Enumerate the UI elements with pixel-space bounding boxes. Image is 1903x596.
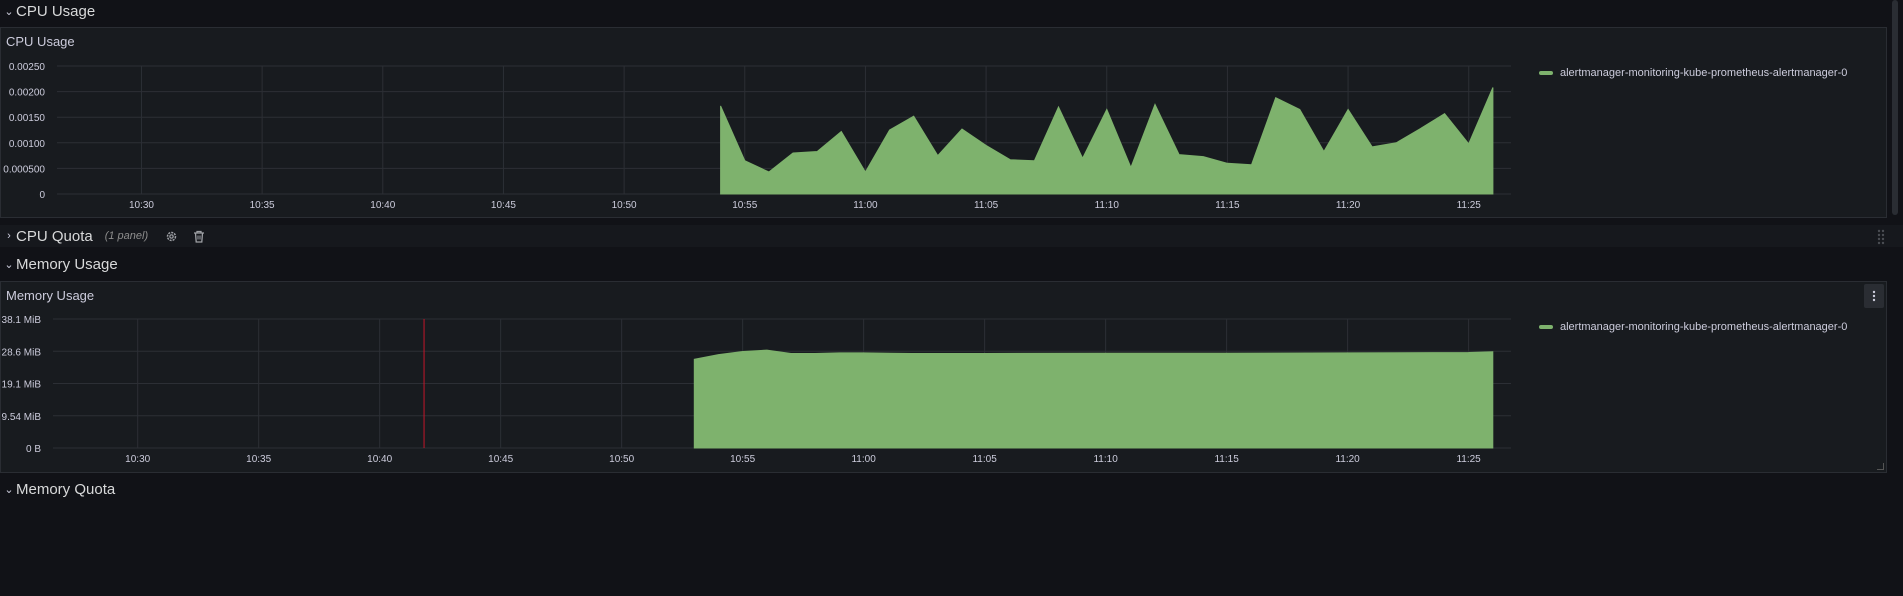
x-tick-label: 10:30: [129, 200, 154, 211]
x-tick-label: 10:45: [488, 454, 513, 465]
x-tick-label: 10:50: [609, 454, 634, 465]
trash-icon[interactable]: [190, 227, 208, 245]
y-tick-label: 0.00200: [9, 88, 46, 99]
x-tick-label: 10:35: [250, 200, 275, 211]
x-tick-label: 11:10: [1095, 200, 1120, 211]
x-tick-label: 11:20: [1335, 454, 1360, 465]
row-title[interactable]: Memory Usage: [16, 256, 118, 273]
row-title[interactable]: CPU Usage: [16, 3, 95, 20]
row-title[interactable]: CPU Quota: [16, 228, 93, 245]
row-cpu-quota[interactable]: › CPU Quota (1 panel): [0, 223, 208, 249]
y-tick-label: 19.1 MiB: [2, 380, 42, 391]
drag-handle-icon[interactable]: [1877, 229, 1885, 250]
gear-icon[interactable]: [162, 227, 180, 245]
x-tick-label: 11:00: [853, 200, 878, 211]
x-tick-label: 11:05: [972, 454, 997, 465]
legend-swatch: [1539, 325, 1553, 329]
panel-cpu-usage: CPU Usage 0 0.000500 0.00100 0.00150 0.00200…: [0, 27, 1887, 218]
x-tick-label: 11:15: [1214, 454, 1239, 465]
y-tick-label: 0.00250: [9, 62, 46, 73]
x-tick-label: 11:20: [1336, 200, 1361, 211]
y-tick-label: 0.000500: [3, 164, 45, 175]
row-memory-usage[interactable]: ⌄ Memory Usage: [0, 251, 118, 277]
x-tick-label: 11:05: [974, 200, 999, 211]
legend-label: alertmanager-monitoring-kube-prometheus-…: [1560, 67, 1848, 79]
x-tick-label: 11:15: [1215, 200, 1240, 211]
y-tick-label: 38.1 MiB: [2, 315, 42, 326]
row-panel-count: (1 panel): [104, 230, 149, 242]
chevron-down-icon[interactable]: ⌄: [2, 5, 16, 18]
x-tick-label: 10:55: [730, 454, 755, 465]
y-tick-label: 28.6 MiB: [2, 347, 42, 358]
row-cpu-quota-bg: [0, 225, 1903, 247]
row-memory-quota[interactable]: ⌄ Memory Quota: [0, 476, 115, 502]
x-tick-label: 10:45: [491, 200, 516, 211]
chevron-down-icon[interactable]: ⌄: [2, 258, 16, 271]
resize-handle-icon[interactable]: [1877, 463, 1884, 470]
x-tick-label: 11:25: [1457, 200, 1482, 211]
x-tick-label: 10:30: [125, 454, 150, 465]
legend-item[interactable]: alertmanager-monitoring-kube-prometheus-…: [1539, 321, 1847, 333]
x-tick-label: 10:50: [612, 200, 637, 211]
x-tick-label: 10:40: [367, 454, 392, 465]
y-tick-label: 0: [39, 190, 45, 201]
chevron-down-icon[interactable]: ⌄: [2, 483, 16, 496]
x-tick-label: 11:25: [1456, 454, 1481, 465]
memory-usage-chart: 0 B 9.54 MiB 19.1 MiB 28.6 MiB 38.1 MiB 10:3…: [2, 315, 1511, 465]
x-tick-label: 11:10: [1093, 454, 1118, 465]
x-tick-label: 10:40: [370, 200, 395, 211]
legend-label: alertmanager-monitoring-kube-prometheus-…: [1560, 321, 1848, 333]
scrollbar[interactable]: [1892, 0, 1898, 215]
chevron-right-icon[interactable]: ›: [2, 230, 16, 242]
y-tick-label: 0.00100: [9, 139, 46, 150]
y-tick-label: 9.54 MiB: [2, 412, 42, 423]
y-tick-label: 0.00150: [9, 113, 46, 124]
legend-item[interactable]: alertmanager-monitoring-kube-prometheus-…: [1539, 67, 1847, 79]
kebab-menu-icon[interactable]: [1864, 284, 1884, 308]
x-tick-label: 11:00: [851, 454, 876, 465]
legend-swatch: [1539, 71, 1553, 75]
x-tick-label: 10:55: [732, 200, 757, 211]
row-title[interactable]: Memory Quota: [16, 481, 115, 498]
x-tick-label: 10:35: [246, 454, 271, 465]
y-tick-label: 0 B: [26, 444, 41, 455]
panel-memory-usage: Memory Usage 0 B 9.54 MiB 19.1 MiB 28.6 MiB…: [0, 281, 1887, 473]
row-cpu-usage[interactable]: ⌄ CPU Usage: [0, 0, 95, 24]
cpu-usage-chart: 0 0.000500 0.00100 0.00150 0.00200 0.00250 10…: [3, 62, 1511, 211]
series-area: [693, 349, 1494, 449]
